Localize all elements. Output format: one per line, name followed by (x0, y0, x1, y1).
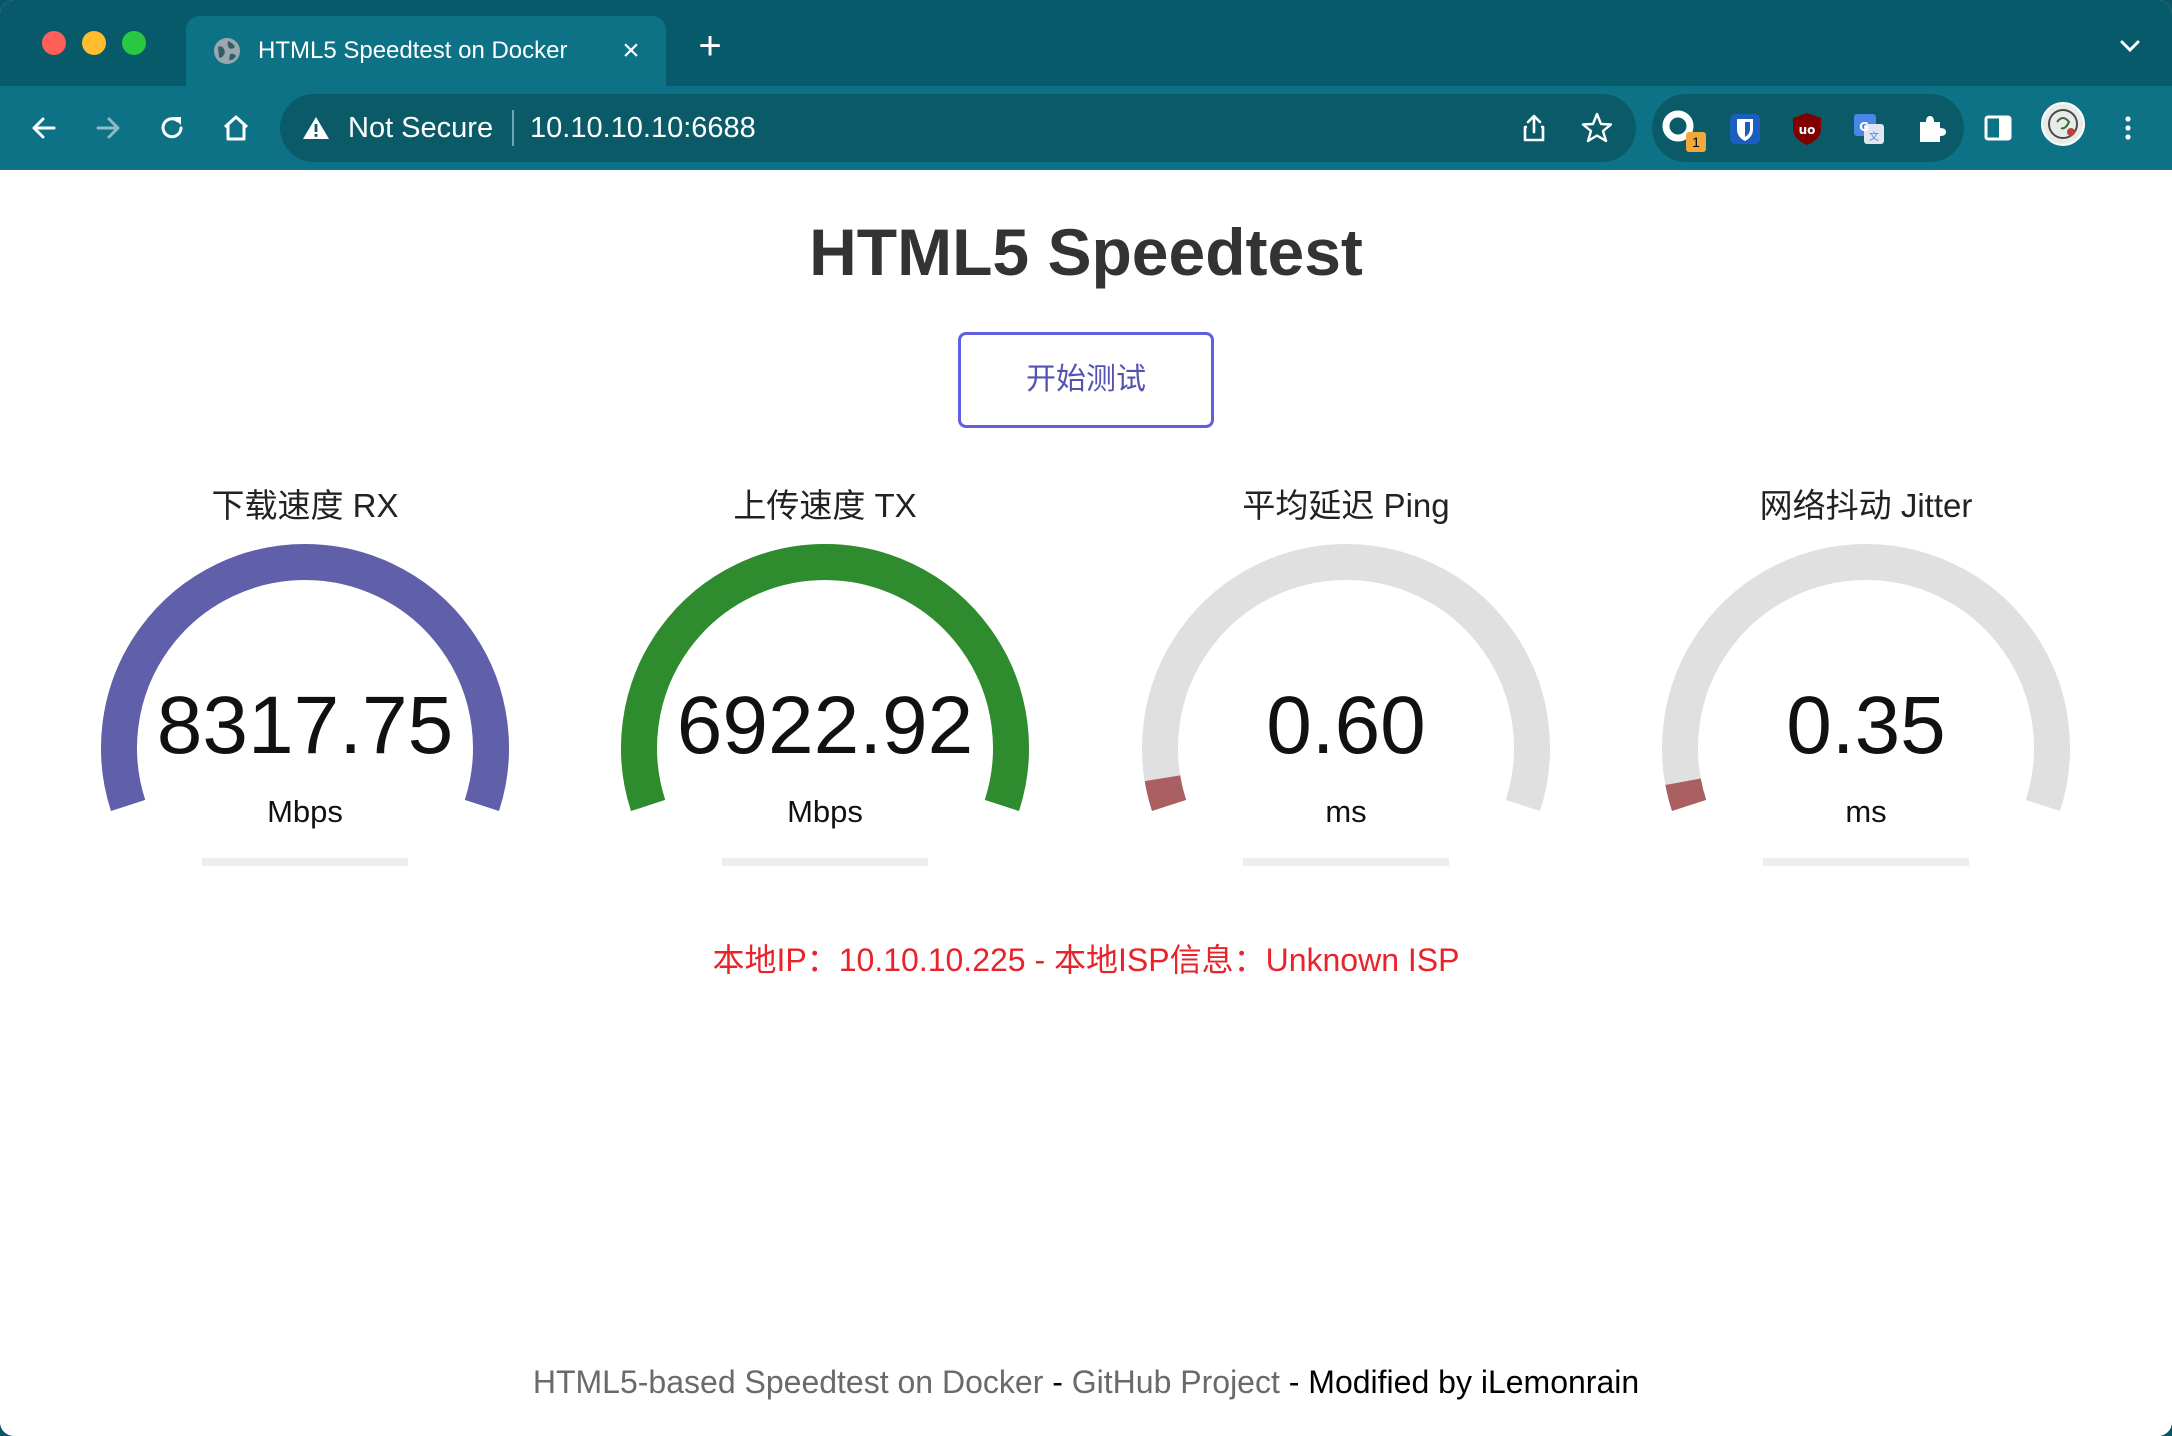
gauge-unit: Mbps (267, 794, 343, 829)
gauge-ping: 平均延迟 Ping 0.60 ms (1126, 486, 1566, 846)
extension-1password[interactable]: 1 (1662, 110, 1706, 152)
svg-text:G: G (1859, 120, 1869, 134)
new-tab-button[interactable]: + (690, 26, 730, 66)
globe-icon (214, 38, 240, 64)
gauge-value: 0.60 (1266, 680, 1426, 771)
reload-icon (161, 117, 183, 139)
browser-menu-button[interactable] (2104, 104, 2152, 152)
home-icon (223, 115, 249, 141)
security-label[interactable]: Not Secure (348, 112, 493, 144)
close-window-button[interactable] (42, 31, 66, 55)
gauge-value: 0.35 (1786, 680, 1946, 771)
footer-separator: - (1279, 1364, 1309, 1400)
translate-icon: G 文 (1854, 114, 1884, 144)
gauge-jitter: 网络抖动 Jitter 0.35 ms (1646, 486, 2086, 846)
github-link[interactable]: GitHub Project (1072, 1364, 1280, 1400)
footer-separator: - (1043, 1364, 1072, 1400)
gauge-unit: ms (1325, 794, 1367, 829)
gauge-download: 下载速度 RX 8317.75 Mbps (85, 486, 525, 846)
url-text[interactable]: 10.10.10.10:6688 (530, 112, 756, 144)
extensions-area: 1 uo G 文 (1652, 94, 1964, 162)
reload-button[interactable] (148, 104, 196, 152)
minimize-window-button[interactable] (82, 31, 106, 55)
extensions-menu-button[interactable] (1912, 110, 1950, 148)
progress-bar-jitter (1763, 858, 1969, 866)
share-icon[interactable] (1518, 112, 1550, 144)
forward-button[interactable] (84, 104, 132, 152)
arrow-left-icon (32, 117, 56, 139)
puzzle-icon (1920, 116, 1946, 142)
chevron-down-icon[interactable] (2116, 32, 2144, 60)
side-panel-button[interactable] (1974, 104, 2022, 152)
svg-text:uo: uo (1799, 123, 1816, 137)
extension-bitwarden[interactable] (1726, 110, 1764, 148)
side-panel-icon (1984, 115, 2012, 141)
gauge-value: 8317.75 (156, 680, 454, 771)
progress-bar-download (202, 858, 408, 866)
arrow-right-icon (96, 117, 120, 139)
browser-window: HTML5 Speedtest on Docker × + Not Secure… (0, 0, 2172, 1436)
progress-bar-ping (1243, 858, 1449, 866)
gauge-upload: 上传速度 TX 6922.92 Mbps (605, 486, 1045, 846)
tab-title: HTML5 Speedtest on Docker (258, 37, 568, 64)
address-separator (512, 110, 514, 146)
tab-strip: HTML5 Speedtest on Docker × + (0, 0, 2172, 86)
warning-icon (303, 117, 329, 139)
gauge-unit: Mbps (787, 794, 863, 829)
gauge-value: 6922.92 (676, 680, 974, 771)
svg-text:文: 文 (1869, 130, 1879, 143)
start-test-button[interactable]: 开始测试 (958, 332, 1214, 428)
page-content: HTML5 Speedtest 开始测试 下载速度 RX 8317.75 Mbp… (0, 170, 2172, 1436)
extension-badge: 1 (1686, 132, 1706, 152)
address-bar[interactable]: Not Secure 10.10.10.10:6688 (280, 94, 1636, 162)
shield-icon (1730, 114, 1760, 144)
browser-tab[interactable]: HTML5 Speedtest on Docker × (186, 16, 666, 86)
bookmark-star-icon[interactable] (1580, 111, 1614, 145)
avatar-image (2048, 109, 2078, 139)
extension-ublock[interactable]: uo (1788, 110, 1826, 148)
footer: HTML5-based Speedtest on Docker - GitHub… (0, 1362, 2172, 1402)
profile-avatar[interactable] (2041, 102, 2085, 146)
ip-info: 本地IP：10.10.10.225 - 本地ISP信息：Unknown ISP (712, 942, 1460, 978)
modified-by: Modified by iLemonrain (1308, 1364, 1640, 1400)
page-title: HTML5 Speedtest (809, 215, 1363, 289)
browser-toolbar: Not Secure 10.10.10.10:6688 1 uo G 文 (0, 86, 2172, 170)
gauge-unit: ms (1845, 794, 1887, 829)
kebab-menu-icon (2125, 116, 2131, 140)
progress-bar-upload (722, 858, 928, 866)
home-button[interactable] (212, 104, 260, 152)
back-button[interactable] (20, 104, 68, 152)
tab-close-icon[interactable]: × (614, 34, 648, 68)
ublock-shield-icon: uo (1793, 113, 1821, 145)
project-link[interactable]: HTML5-based Speedtest on Docker (533, 1364, 1043, 1400)
maximize-window-button[interactable] (122, 31, 146, 55)
extension-translate[interactable]: G 文 (1850, 110, 1888, 148)
